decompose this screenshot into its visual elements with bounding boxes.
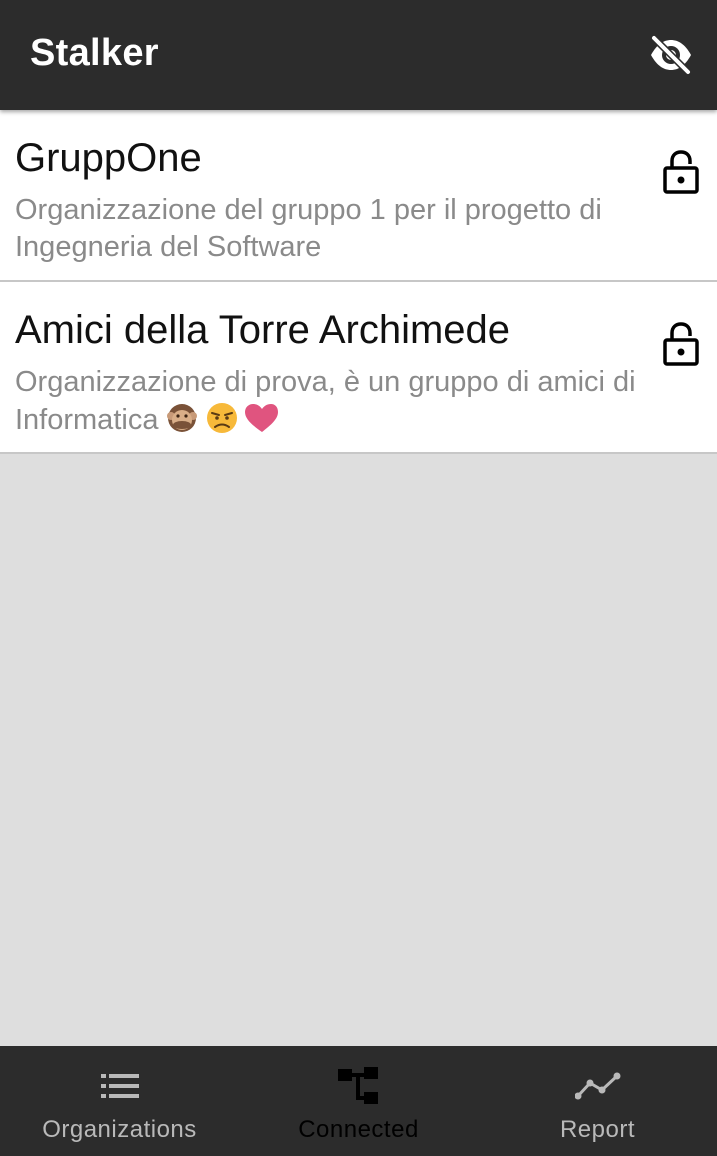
app-root: Stalker GruppOne Organizzazione del grup… [0,0,717,1156]
eye-off-icon [650,35,692,75]
organization-list: GruppOne Organizzazione del gruppo 1 per… [0,110,717,454]
nav-item-connected[interactable]: Connected [239,1046,478,1156]
app-bar: Stalker [0,0,717,110]
emoji-icons [167,403,279,433]
nav-item-report[interactable]: Report [478,1046,717,1156]
nav-label-organizations: Organizations [42,1116,197,1143]
lock-open-icon[interactable] [663,150,699,194]
app-title: Stalker [30,32,159,74]
nav-label-connected: Connected [298,1116,419,1143]
bottom-navigation: Organizations Connected Report [0,1046,717,1156]
nav-item-organizations[interactable]: Organizations [0,1046,239,1156]
nav-label-report: Report [559,1116,636,1143]
organization-item[interactable]: GruppOne Organizzazione del gruppo 1 per… [0,110,717,282]
organization-item[interactable]: Amici della Torre Archimede Organizzazio… [0,282,717,454]
trend-line-icon [574,1068,621,1104]
organization-name: GruppOne [15,136,202,180]
lock-open-icon[interactable] [663,322,699,366]
organization-description: Organizzazione di prova, è un gruppo di … [15,364,665,439]
visibility-toggle-button[interactable] [647,33,695,77]
organization-name: Amici della Torre Archimede [15,308,511,352]
organization-description-text: Organizzazione del gruppo 1 per il proge… [15,194,602,263]
hierarchy-icon [337,1067,380,1104]
list-icon [100,1068,139,1104]
organization-description-text: Organizzazione di prova, è un gruppo di … [15,366,636,436]
organization-description: Organizzazione del gruppo 1 per il proge… [15,192,665,266]
